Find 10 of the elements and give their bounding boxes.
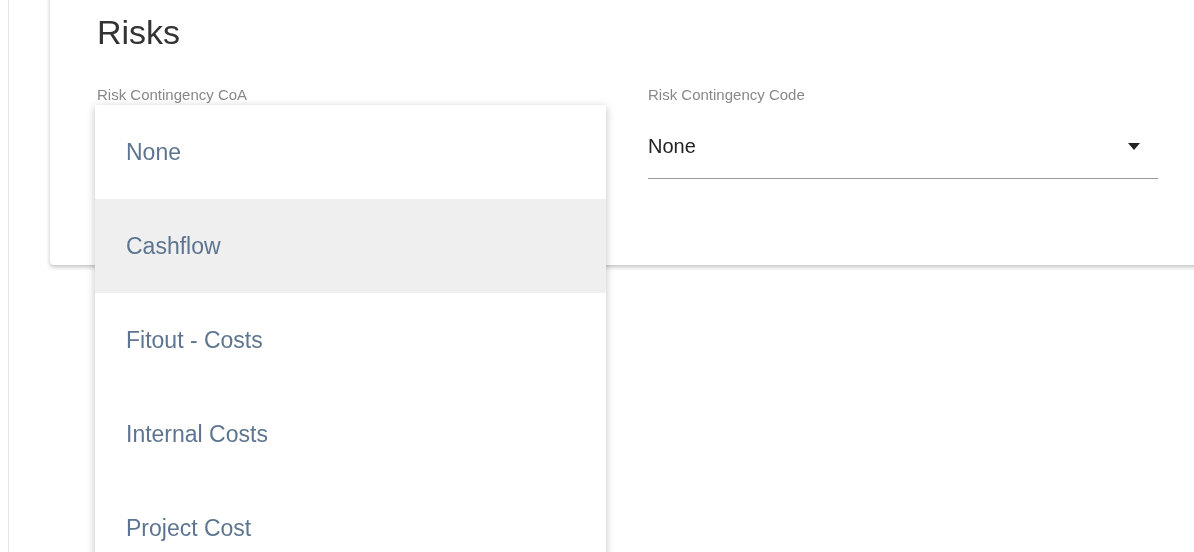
- card-title: Risks: [97, 12, 181, 52]
- field-label: Risk Contingency Code: [648, 85, 805, 105]
- field-label: Risk Contingency CoA: [97, 85, 248, 105]
- dropdown-option[interactable]: Fitout - Costs: [95, 293, 606, 387]
- caret-icon: [1128, 142, 1140, 150]
- dropdown-option[interactable]: Project Cost: [95, 481, 606, 552]
- dropdown-option[interactable]: Internal Costs: [95, 387, 606, 481]
- dropdown-option[interactable]: None: [95, 105, 606, 199]
- select-field[interactable]: None: [648, 128, 1158, 179]
- dropdown-option[interactable]: Cashflow: [95, 199, 606, 293]
